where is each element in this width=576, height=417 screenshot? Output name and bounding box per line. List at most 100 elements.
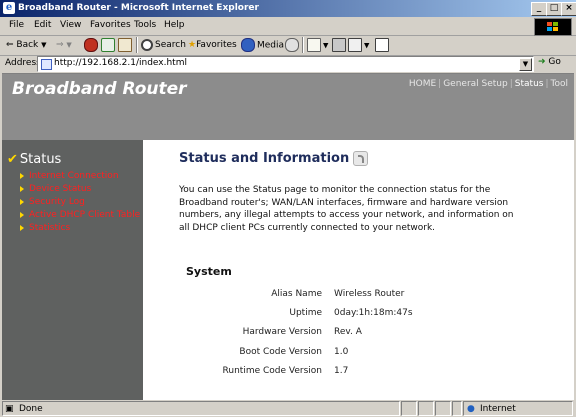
- refresh-button[interactable]: [101, 38, 117, 53]
- favorites-star-icon: ★: [188, 40, 197, 50]
- info-label: Hardware Version: [242, 327, 322, 337]
- page-done-icon: ▣: [5, 404, 14, 414]
- minimize-button[interactable]: _: [531, 2, 547, 16]
- window-title-bar[interactable]: e Broadband Router - Microsoft Internet …: [0, 0, 576, 17]
- window-title: Broadband Router - Microsoft Internet Ex…: [18, 3, 259, 13]
- address-dropdown-button[interactable]: ▼: [519, 58, 532, 71]
- status-bar: ▣ Done ● Internet: [0, 400, 576, 417]
- refresh-icon: [101, 38, 115, 52]
- stop-button[interactable]: [84, 38, 100, 53]
- help-icon[interactable]: [353, 151, 369, 166]
- sidebar-heading[interactable]: ✔ Status: [7, 152, 61, 167]
- windows-throbber: [534, 18, 572, 36]
- zone-label: Internet: [480, 404, 516, 414]
- bullet-arrow-icon: [20, 185, 24, 192]
- bullet-arrow-icon: [20, 198, 24, 205]
- info-value: 1.7: [334, 366, 349, 376]
- info-label: Uptime: [289, 308, 322, 318]
- favorites-label: Favorites: [196, 40, 237, 50]
- sidebar-heading-label: Status: [19, 152, 62, 167]
- stop-icon: [84, 38, 98, 52]
- windows-logo-icon: [547, 22, 559, 32]
- menu-file[interactable]: File: [9, 20, 24, 30]
- top-nav: HOME | General Setup | Status | Tool: [408, 79, 568, 89]
- sidebar-item-internet-connection[interactable]: Internet Connection: [20, 171, 119, 181]
- status-text: Done: [19, 404, 43, 414]
- history-button[interactable]: [285, 38, 301, 53]
- router-brand: Broadband Router: [12, 79, 187, 99]
- intro-text: You can use the Status page to monitor t…: [179, 185, 514, 233]
- search-icon: [141, 38, 153, 51]
- globe-icon: ●: [467, 404, 475, 414]
- system-section-title: System: [186, 265, 232, 278]
- maximize-button[interactable]: □: [546, 2, 562, 16]
- info-value: 1.0: [334, 347, 349, 357]
- main-panel: Status and Information You can use the S…: [143, 140, 574, 400]
- sidebar-item-dhcp-client-table[interactable]: Active DHCP Client Table: [20, 210, 140, 220]
- discuss-button[interactable]: [375, 38, 391, 53]
- address-bar: Address http://192.168.2.1/index.html ▼ …: [0, 55, 576, 72]
- chevron-down-icon: ▼: [323, 41, 329, 50]
- print-icon: [332, 38, 346, 52]
- toolbar: ⇐ Back ▼ ⇒ ▼ Search ★Favorites Media ▼ ▼: [0, 35, 576, 56]
- home-icon: [118, 38, 132, 52]
- ie-logo-icon: e: [3, 2, 15, 14]
- nav-home[interactable]: HOME: [409, 79, 436, 89]
- sidebar-item-device-status[interactable]: Device Status: [20, 184, 91, 194]
- go-arrow-icon: ➜: [538, 57, 546, 67]
- info-label: Runtime Code Version: [222, 366, 322, 376]
- bullet-arrow-icon: [20, 211, 24, 218]
- back-button[interactable]: ⇐ Back ▼: [6, 38, 47, 52]
- menu-favorites[interactable]: Favorites: [90, 20, 131, 30]
- address-url: http://192.168.2.1/index.html: [54, 58, 187, 68]
- status-main-cell: ▣ Done: [2, 401, 400, 416]
- discuss-icon: [375, 38, 389, 52]
- go-button[interactable]: ➜ Go: [538, 57, 561, 67]
- address-input[interactable]: http://192.168.2.1/index.html ▼: [37, 56, 534, 72]
- bullet-arrow-icon: [20, 172, 24, 179]
- address-label: Address: [5, 58, 41, 68]
- menu-help[interactable]: Help: [164, 20, 185, 30]
- media-button[interactable]: Media: [241, 38, 284, 53]
- sidebar-item-statistics[interactable]: Statistics: [20, 223, 70, 233]
- search-button[interactable]: Search: [141, 38, 186, 52]
- bullet-arrow-icon: [20, 224, 24, 231]
- checkmark-icon: ✔: [7, 152, 18, 167]
- page-icon: [41, 59, 52, 70]
- info-value: Rev. A: [334, 327, 362, 337]
- mail-button[interactable]: ▼: [307, 38, 328, 53]
- info-value: Wireless Router: [334, 289, 405, 299]
- close-button[interactable]: ×: [561, 2, 576, 16]
- back-arrow-icon: ⇐: [6, 40, 14, 50]
- back-label: Back: [16, 40, 39, 50]
- zone-cell: ● Internet: [463, 401, 573, 416]
- search-label: Search: [155, 40, 186, 50]
- router-header: Broadband Router HOME | General Setup | Stat…: [2, 74, 574, 140]
- chevron-down-icon: ▼: [41, 41, 47, 49]
- sidebar-item-security-log[interactable]: Security Log: [20, 197, 85, 207]
- page-title: Status and Information: [179, 151, 369, 166]
- history-icon: [285, 38, 299, 52]
- menu-edit[interactable]: Edit: [34, 20, 51, 30]
- home-button[interactable]: [118, 38, 134, 53]
- sidebar: ✔ Status Internet Connection Device Statu…: [2, 140, 143, 400]
- info-label: Boot Code Version: [239, 347, 322, 357]
- menu-bar: File Edit View Favorites Tools Help: [0, 17, 576, 36]
- menu-view[interactable]: View: [60, 20, 81, 30]
- media-icon: [241, 38, 255, 52]
- nav-general-setup[interactable]: General Setup: [443, 79, 508, 89]
- mail-icon: [307, 38, 321, 52]
- nav-status[interactable]: Status: [515, 79, 544, 89]
- info-value: 0day:1h:18m:47s: [334, 308, 413, 318]
- browser-viewport[interactable]: Broadband Router HOME | General Setup | Stat…: [2, 73, 574, 400]
- favorites-button[interactable]: ★Favorites: [188, 38, 237, 52]
- nav-tool[interactable]: Tool: [551, 79, 568, 89]
- forward-arrow-icon: ⇒: [56, 40, 64, 50]
- edit-icon: [348, 38, 362, 52]
- edit-button[interactable]: ▼: [348, 38, 369, 53]
- chevron-down-icon: ▼: [66, 41, 72, 49]
- forward-button[interactable]: ⇒ ▼: [56, 38, 72, 52]
- go-label: Go: [548, 57, 561, 67]
- menu-tools[interactable]: Tools: [134, 20, 156, 30]
- print-button[interactable]: [332, 38, 348, 53]
